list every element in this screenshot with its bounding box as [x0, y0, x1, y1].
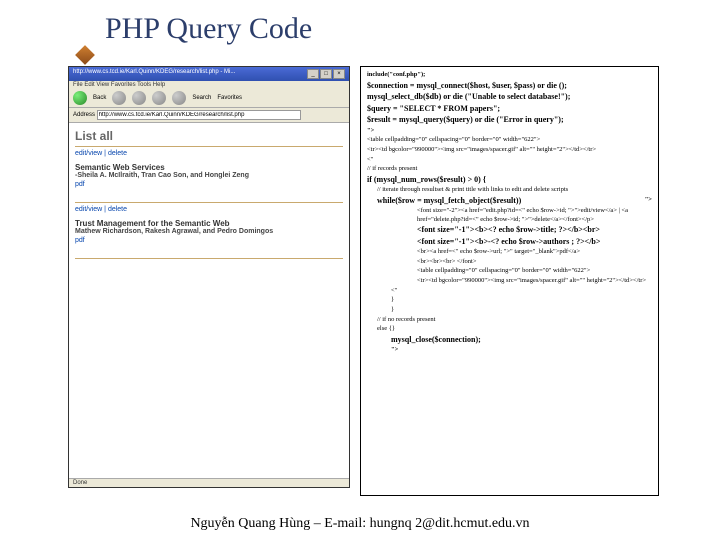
titlebar-text: http://www.cs.tcd.ie/Karl.Quinn/KDEG/res…: [73, 69, 235, 79]
code-line: ">: [367, 127, 652, 135]
code-line: else {}: [367, 325, 652, 333]
code-line: <": [367, 156, 652, 164]
pdf-link-2[interactable]: pdf: [75, 237, 343, 244]
edit-view-link-2[interactable]: edit/view | delete: [75, 206, 343, 213]
back-icon[interactable]: [73, 91, 87, 105]
page-heading: List all: [75, 129, 343, 143]
code-line: <table cellpadding="0" cellspacing="0" b…: [367, 136, 652, 144]
code-line: if (mysql_num_rows($result) > 0) {: [367, 175, 652, 185]
code-line: <br><a href=<" echo $row->url; ">" targe…: [367, 248, 652, 256]
divider: [75, 146, 343, 147]
refresh-icon[interactable]: [152, 91, 166, 105]
code-line: <tr><td bgcolor="990000"><img src="image…: [367, 277, 652, 285]
code-line: <font size="-1"><b>-<? echo $row->author…: [367, 237, 652, 247]
status-text: Done: [73, 480, 87, 486]
code-line: <table cellpadding="0" cellspacing="0" b…: [367, 267, 652, 275]
code-line: <": [367, 287, 652, 295]
code-line: mysql_close($connection);: [367, 335, 652, 345]
code-line: <tr><td bgcolor="990000"><img src="image…: [367, 146, 652, 154]
divider: [75, 202, 343, 203]
code-line: $query = "SELECT * FROM papers";: [367, 104, 652, 114]
minimize-icon[interactable]: _: [307, 69, 319, 79]
code-line: <br><br><br> </font>: [367, 258, 652, 266]
code-line: include("conf.php");: [367, 71, 652, 79]
paper-authors-1: -Sheila A. McIlraith, Tran Cao Son, and …: [75, 172, 343, 179]
code-line: $connection = mysql_connect($host, $user…: [367, 81, 652, 91]
browser-titlebar: http://www.cs.tcd.ie/Karl.Quinn/KDEG/res…: [69, 67, 349, 81]
search-label[interactable]: Search: [192, 95, 211, 101]
toolbar: Back Search Favorites: [69, 89, 349, 108]
forward-icon[interactable]: [112, 91, 126, 105]
menubar[interactable]: File Edit View Favorites Tools Help: [69, 81, 349, 89]
home-icon[interactable]: [172, 91, 186, 105]
address-label: Address: [73, 112, 95, 118]
code-line: // iterate through resultset & print tit…: [367, 186, 652, 194]
paper-title-1: Semantic Web Services: [75, 163, 343, 172]
code-line: ">: [367, 346, 652, 354]
paper-authors-2: Mathew Richardson, Rakesh Agrawal, and P…: [75, 228, 343, 235]
code-box: include("conf.php"); $connection = mysql…: [360, 66, 659, 496]
code-line: $result = mysql_query($query) or die ("E…: [367, 115, 652, 125]
paper-title-2: Trust Management for the Semantic Web: [75, 219, 343, 228]
pdf-link-1[interactable]: pdf: [75, 181, 343, 188]
browser-window: http://www.cs.tcd.ie/Karl.Quinn/KDEG/res…: [68, 66, 350, 488]
divider: [75, 258, 343, 259]
maximize-icon[interactable]: □: [320, 69, 332, 79]
code-line: while($row = mysql_fetch_object($result)…: [377, 196, 521, 206]
status-bar: Done: [69, 478, 349, 487]
code-line: // if no records present: [367, 316, 652, 324]
page-content: List all edit/view | delete Semantic Web…: [69, 123, 349, 268]
code-line: }: [367, 296, 652, 304]
slide-footer: Nguyễn Quang Hùng – E-mail: hungnq 2@dit…: [0, 516, 720, 532]
slide-title: PHP Query Code: [105, 12, 312, 46]
edit-view-link-1[interactable]: edit/view | delete: [75, 150, 343, 157]
code-line: <font size="-1"><b><? echo $row->title; …: [367, 225, 652, 235]
code-line: // if records present: [367, 165, 652, 173]
favorites-label[interactable]: Favorites: [217, 95, 242, 101]
address-bar: Address: [69, 108, 349, 123]
url-input[interactable]: [97, 110, 301, 120]
stop-icon[interactable]: [132, 91, 146, 105]
back-label[interactable]: Back: [93, 95, 106, 101]
code-line: ">: [645, 196, 652, 206]
code-line: mysql_select_db($db) or die ("Unable to …: [367, 92, 652, 102]
close-icon[interactable]: ×: [333, 69, 345, 79]
window-controls: _□×: [306, 69, 345, 79]
code-while-row: while($row = mysql_fetch_object($result)…: [367, 196, 652, 206]
code-line: }: [367, 306, 652, 314]
code-line: <font size="-2"><a href="edit.php?id=<" …: [367, 207, 652, 223]
bullet-decor: [75, 45, 95, 65]
